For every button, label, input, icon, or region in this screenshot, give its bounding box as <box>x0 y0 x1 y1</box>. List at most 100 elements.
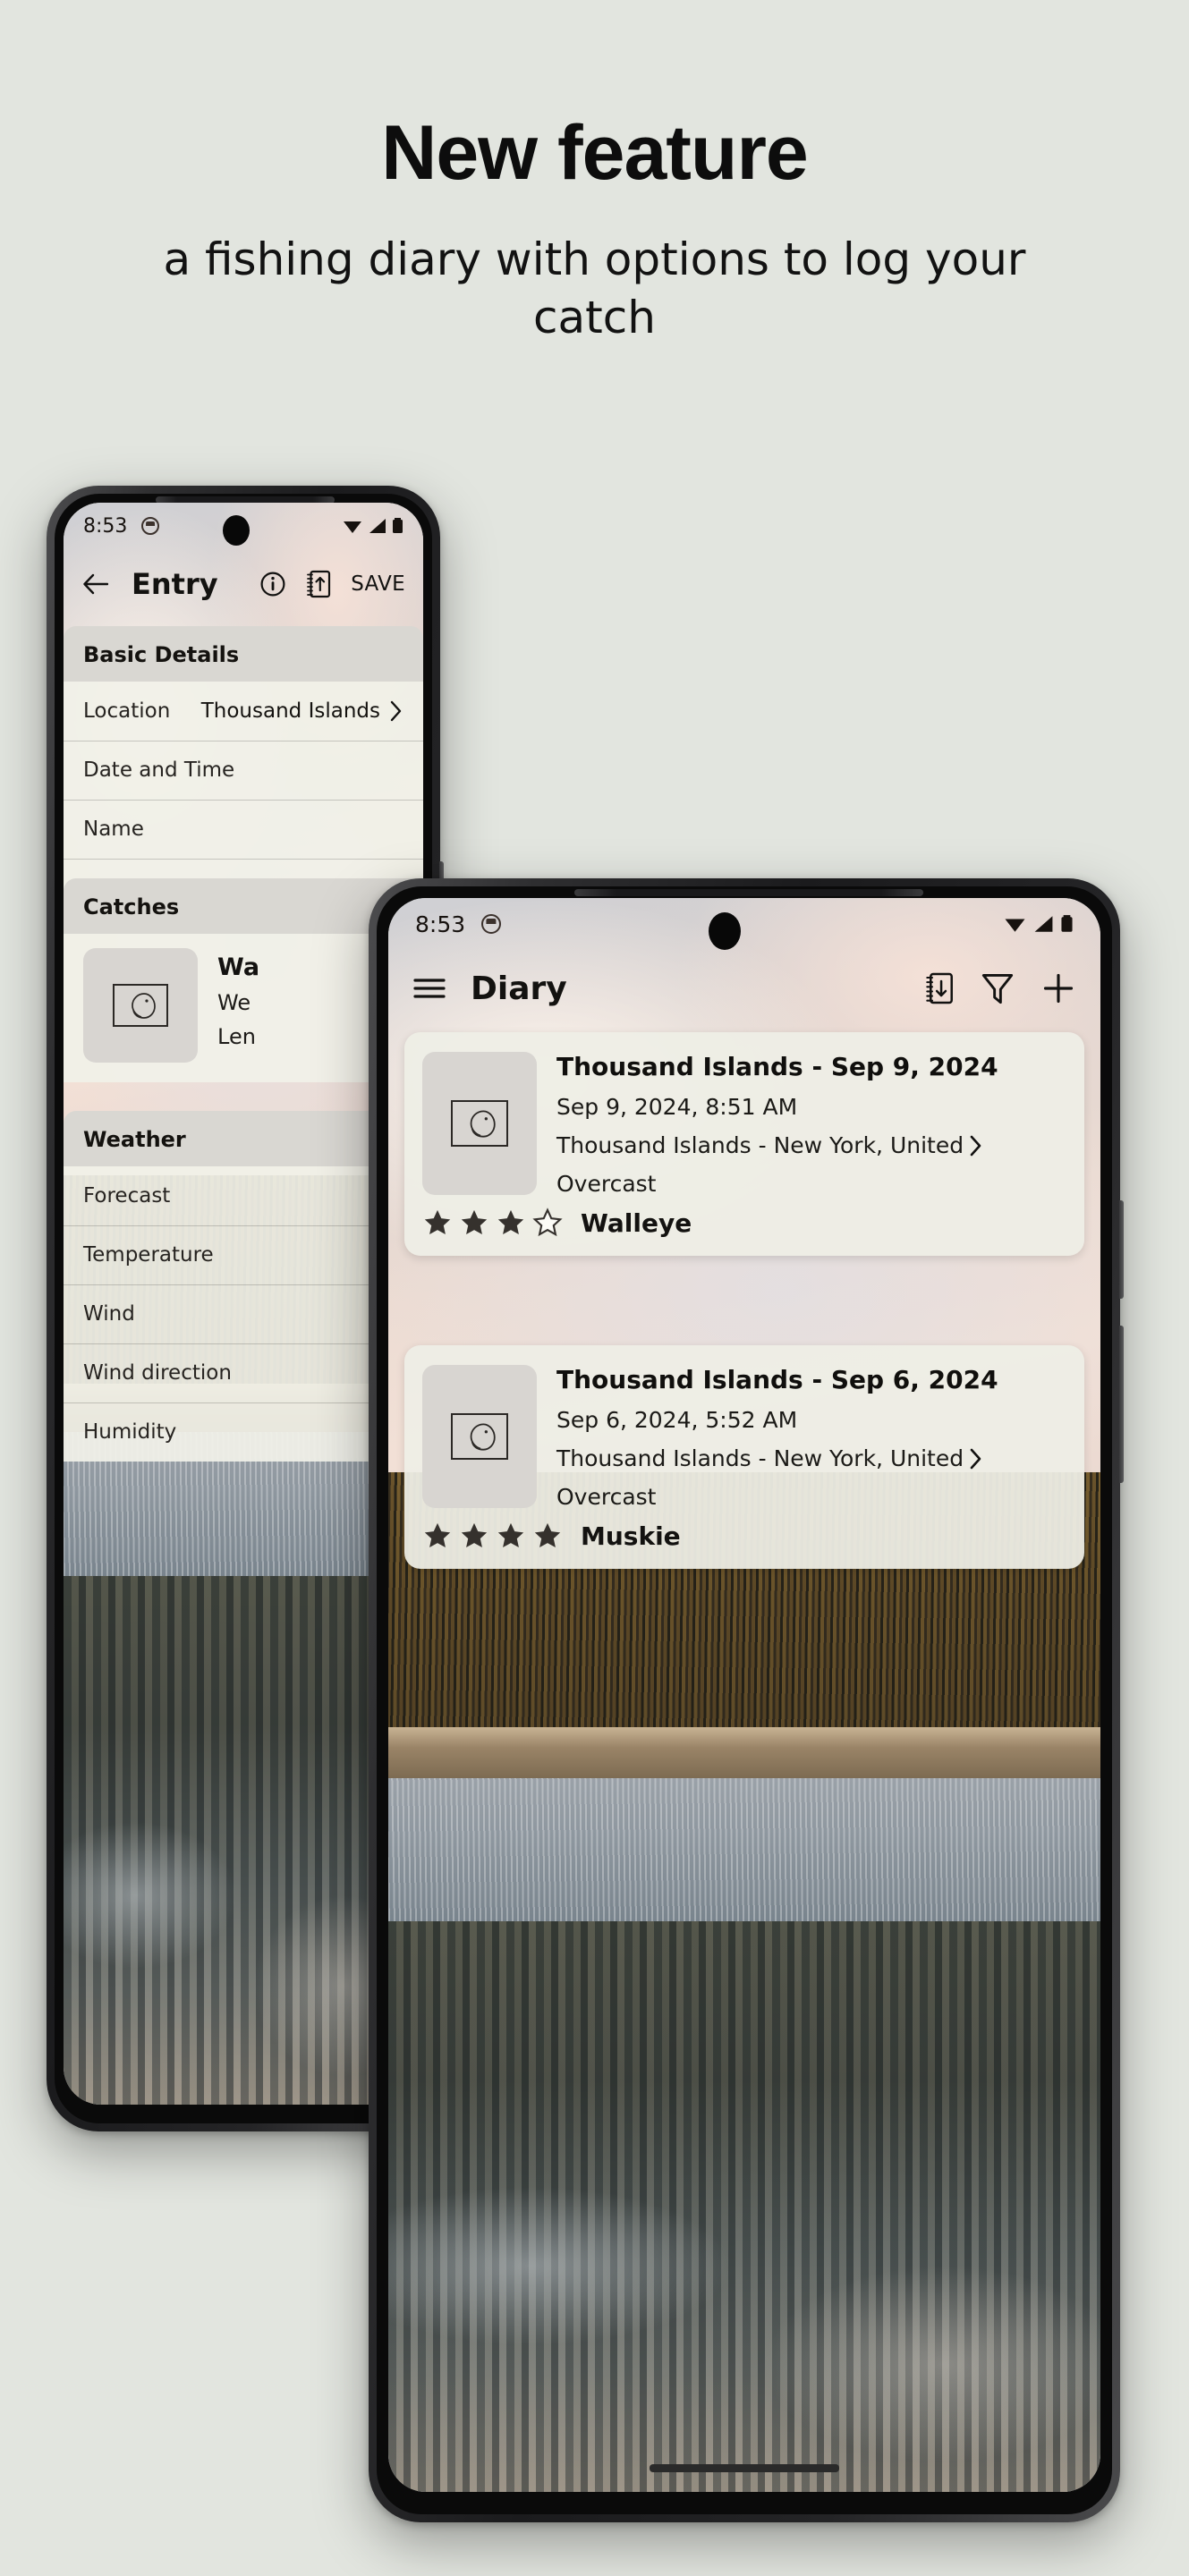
section-title: Weather <box>83 1127 186 1152</box>
basic-details-section: Basic Details Location Thousand Islands … <box>64 626 423 918</box>
row-label: Date and Time <box>83 758 235 782</box>
power-button[interactable] <box>1119 1200 1124 1299</box>
list-item[interactable]: Thousand Islands - Sep 9, 2024 Sep 9, 20… <box>404 1032 1084 1256</box>
save-button[interactable]: SAVE <box>351 572 405 596</box>
entry-app-bar: Entry SAVE <box>64 555 423 614</box>
star-filled-icon[interactable] <box>496 1521 526 1551</box>
section-header-basic-details: Basic Details <box>64 626 423 682</box>
info-circle-icon[interactable] <box>259 571 286 597</box>
catch-weight-label: We <box>217 990 251 1015</box>
cellular-signal-icon <box>1034 916 1053 932</box>
status-badge <box>422 1208 563 1238</box>
clock: 8:53 <box>83 514 128 538</box>
diary-screen: 8:53 Diary Thousand Islands - Sep 9, 202… <box>388 898 1100 2492</box>
app-notification-icon <box>481 914 502 934</box>
wifi-icon <box>344 521 361 533</box>
diary-card-main: Thousand Islands - Sep 6, 2024 Sep 6, 20… <box>404 1345 1084 1517</box>
star-filled-icon[interactable] <box>459 1521 489 1551</box>
row-label: Forecast <box>83 1184 171 1208</box>
row-label: Wind <box>83 1302 135 1326</box>
page-subtitle: a fishing diary with options to log your… <box>163 233 1026 343</box>
star-filled-icon[interactable] <box>496 1208 526 1238</box>
entry-species: Walleye <box>581 1208 692 1238</box>
filter-funnel-icon[interactable] <box>981 971 1015 1005</box>
page-title: Entry <box>132 567 218 601</box>
volume-button[interactable] <box>1119 1326 1124 1483</box>
hamburger-menu-icon[interactable] <box>413 977 446 1000</box>
fish-placeholder-icon <box>83 948 198 1063</box>
row-label: Humidity <box>83 1420 177 1444</box>
list-item[interactable]: Thousand Islands - Sep 6, 2024 Sep 6, 20… <box>404 1345 1084 1569</box>
status-icons <box>1003 914 1074 934</box>
plus-icon[interactable] <box>1041 971 1075 1005</box>
page-title: New feature <box>381 110 809 196</box>
fish-placeholder-icon <box>422 1052 537 1195</box>
fish-glyph-icon <box>470 1423 496 1451</box>
promo-screenshot: New feature a fishing diary with options… <box>0 0 1189 2576</box>
star-outline-icon[interactable] <box>532 1208 563 1238</box>
row-label: Name <box>83 818 144 841</box>
notebook-export-icon[interactable] <box>306 570 331 598</box>
fish-placeholder-icon <box>422 1365 537 1508</box>
notebook-export-icon[interactable] <box>925 971 954 1005</box>
entry-location: Thousand Islands - New York, United <box>556 1445 964 1471</box>
entry-location-row: Thousand Islands - New York, United <box>556 1132 1066 1158</box>
back-arrow-icon[interactable] <box>81 572 108 596</box>
clock: 8:53 <box>415 911 466 937</box>
catch-length-label: Len <box>217 1024 256 1049</box>
home-gesture-bar[interactable] <box>650 2464 839 2472</box>
catch-title: Wa <box>217 953 260 981</box>
row-name[interactable]: Name <box>64 800 423 859</box>
entry-title: Thousand Islands - Sep 9, 2024 <box>556 1052 998 1081</box>
row-date-and-time[interactable]: Date and Time <box>64 741 423 800</box>
wifi-icon <box>1005 919 1025 932</box>
entry-title: Thousand Islands - Sep 6, 2024 <box>556 1365 998 1394</box>
entry-rating-row: Walleye <box>404 1204 1084 1256</box>
row-value: Thousand Islands <box>200 699 380 723</box>
camera-punch-hole <box>223 515 250 546</box>
status-badge <box>422 1521 563 1551</box>
fish-glyph-icon <box>470 1110 496 1138</box>
diary-app-bar-actions <box>925 971 1075 1005</box>
battery-icon <box>393 518 403 533</box>
cellular-signal-icon <box>369 519 386 533</box>
row-label: Location <box>83 699 171 723</box>
diary-phone-mockup: 8:53 Diary Thousand Islands - Sep 9, 202… <box>369 878 1124 2522</box>
row-location[interactable]: Location Thousand Islands <box>64 682 423 741</box>
app-notification-icon <box>141 517 160 535</box>
row-label: Temperature <box>83 1243 214 1267</box>
star-filled-icon[interactable] <box>422 1521 453 1551</box>
section-title: Catches <box>83 894 180 919</box>
status-icons <box>342 517 403 535</box>
earpiece-speaker <box>574 889 923 896</box>
entry-species: Muskie <box>581 1521 681 1551</box>
entry-weather: Overcast <box>556 1171 657 1197</box>
camera-punch-hole <box>709 912 741 950</box>
entry-rating-row: Muskie <box>404 1517 1084 1569</box>
star-filled-icon[interactable] <box>459 1208 489 1238</box>
chevron-right-icon[interactable] <box>969 1446 983 1471</box>
section-title: Basic Details <box>83 642 240 667</box>
entry-location-row: Thousand Islands - New York, United <box>556 1445 1066 1471</box>
diary-card-main: Thousand Islands - Sep 9, 2024 Sep 9, 20… <box>404 1032 1084 1204</box>
star-filled-icon[interactable] <box>532 1521 563 1551</box>
chevron-right-icon <box>390 700 402 722</box>
entry-datetime: Sep 6, 2024, 5:52 AM <box>556 1407 798 1433</box>
page-title: Diary <box>471 970 567 1007</box>
row-label: Wind direction <box>83 1361 232 1385</box>
star-filled-icon[interactable] <box>422 1208 453 1238</box>
chevron-right-icon[interactable] <box>969 1133 983 1158</box>
entry-app-bar-actions: SAVE <box>259 570 405 598</box>
battery-icon <box>1061 915 1073 932</box>
diary-card-text: Thousand Islands - Sep 6, 2024 Sep 6, 20… <box>556 1365 1066 1510</box>
diary-card-text: Thousand Islands - Sep 9, 2024 Sep 9, 20… <box>556 1052 1066 1197</box>
status-bar: 8:53 <box>388 898 1100 950</box>
fish-glyph-icon <box>132 993 156 1019</box>
entry-location: Thousand Islands - New York, United <box>556 1132 964 1158</box>
catch-text-block: Wa We Len <box>217 948 259 1049</box>
catch-list-item[interactable]: Wa We Len <box>83 948 403 1063</box>
promo-text-block: New feature a fishing diary with options… <box>0 0 1189 347</box>
diary-app-bar: Diary <box>388 955 1100 1021</box>
entry-weather: Overcast <box>556 1484 657 1510</box>
entry-datetime: Sep 9, 2024, 8:51 AM <box>556 1094 798 1120</box>
